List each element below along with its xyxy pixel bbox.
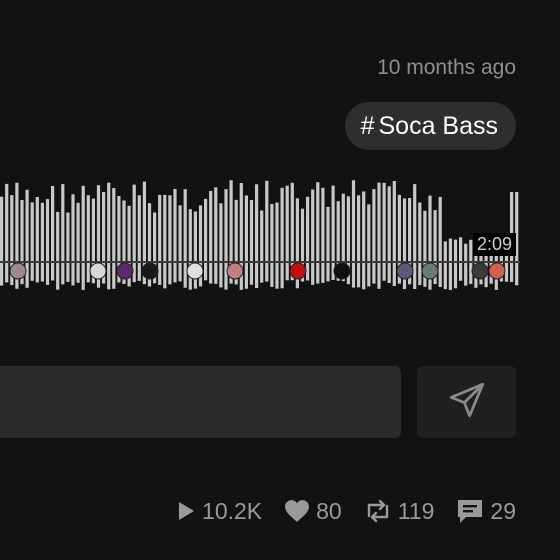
comment-icon [456, 498, 484, 524]
waveform-bar [387, 186, 391, 283]
waveform-bar [5, 183, 9, 283]
waveform-bar [51, 186, 55, 281]
waveform-bar [137, 195, 141, 281]
play-icon [176, 500, 196, 522]
send-comment-button[interactable] [417, 366, 516, 438]
waveform-bar [204, 198, 208, 281]
waveform-bar [362, 191, 366, 290]
waveform-bar [61, 184, 65, 285]
track-stats: 10.2K 80 119 29 [176, 494, 516, 528]
waveform-bar [244, 195, 248, 289]
waveform-bar [219, 203, 223, 288]
comment-avatar[interactable] [396, 262, 414, 280]
waveform-bar [35, 197, 39, 283]
waveform-bar [81, 185, 85, 290]
genre-tag-label: Soca Bass [378, 111, 498, 140]
waveform-bar [382, 182, 386, 281]
waveform-bar [285, 185, 289, 281]
waveform-bar [66, 212, 70, 282]
waveform-bar [311, 189, 315, 285]
repost-icon [364, 499, 392, 523]
reposts-stat[interactable]: 119 [364, 497, 435, 525]
waveform-bar [183, 189, 187, 288]
waveform-bar [158, 194, 162, 285]
waveform-bar [459, 237, 463, 281]
waveform[interactable] [0, 170, 520, 300]
likes-count: 80 [316, 497, 342, 524]
comment-avatar[interactable] [333, 262, 351, 280]
waveform-baseline [0, 261, 520, 263]
waveform-bar [178, 205, 182, 282]
comment-avatar[interactable] [116, 262, 134, 280]
waveform-bar [357, 195, 361, 288]
waveform-bar [351, 180, 356, 288]
waveform-bar [173, 189, 177, 283]
comment-avatar[interactable] [9, 262, 27, 280]
waveform-bar [71, 194, 75, 286]
waveform-bar [112, 188, 116, 289]
comment-avatar[interactable] [289, 262, 307, 280]
comment-avatar[interactable] [421, 262, 439, 280]
heart-icon [284, 499, 310, 523]
waveform-bar [438, 196, 442, 287]
waveform-bar [40, 202, 44, 282]
paper-plane-icon [446, 379, 488, 426]
comment-avatar[interactable] [488, 262, 506, 280]
posted-time: 10 months ago [377, 56, 516, 79]
comments-stat[interactable]: 29 [456, 498, 516, 525]
waveform-bar [86, 195, 90, 283]
waveform-bar [331, 185, 335, 280]
waveform-bar [448, 238, 452, 290]
waveform-bar [0, 196, 4, 286]
waveform-bar [56, 211, 60, 290]
reposts-count: 119 [397, 497, 435, 524]
waveform-bar [249, 200, 254, 285]
waveform-bar [224, 189, 228, 290]
waveform-bar [443, 241, 447, 290]
waveform-bar [367, 204, 371, 287]
genre-tag[interactable]: # Soca Bass [344, 102, 516, 150]
waveform-bar [30, 202, 34, 281]
waveform-bar [76, 202, 80, 283]
waveform-bar [321, 187, 325, 283]
waveform-bar [270, 204, 274, 287]
waveform-bar [265, 180, 269, 282]
waveform-bar [214, 187, 218, 284]
waveform-bar [255, 184, 259, 288]
comment-avatar[interactable] [471, 262, 489, 280]
waveform-bar [418, 202, 422, 285]
waveform-bar [453, 239, 458, 289]
waveform-bar [209, 191, 213, 284]
waveform-bar [306, 196, 310, 281]
waveform-bar [107, 182, 111, 290]
waveform-bar [132, 184, 136, 283]
comment-avatar[interactable] [141, 262, 159, 280]
waveform-bar [377, 182, 381, 289]
waveform-bar [260, 210, 264, 283]
comment-avatar[interactable] [89, 262, 107, 280]
waveform-bar [326, 206, 330, 282]
comment-avatar[interactable] [186, 262, 204, 280]
waveform-bar [316, 182, 320, 284]
waveform-bar [372, 189, 376, 284]
waveform-bar [168, 195, 172, 285]
waveform-bar [413, 184, 417, 289]
comments-count: 29 [490, 497, 516, 524]
plays-stat[interactable]: 10.2K [176, 498, 262, 525]
waveform-bar [163, 194, 167, 289]
plays-count: 10.2K [202, 497, 263, 524]
hash-symbol: # [360, 111, 375, 140]
track-duration: 2:09 [472, 233, 516, 256]
waveform-bar [392, 181, 396, 286]
waveform-bar [275, 202, 279, 289]
comment-avatar[interactable] [226, 262, 244, 280]
waveform-bar [464, 243, 468, 286]
waveform-bar [280, 187, 284, 289]
likes-stat[interactable]: 80 [284, 498, 342, 525]
waveform-bar [45, 199, 50, 285]
comment-input[interactable] [0, 366, 401, 438]
